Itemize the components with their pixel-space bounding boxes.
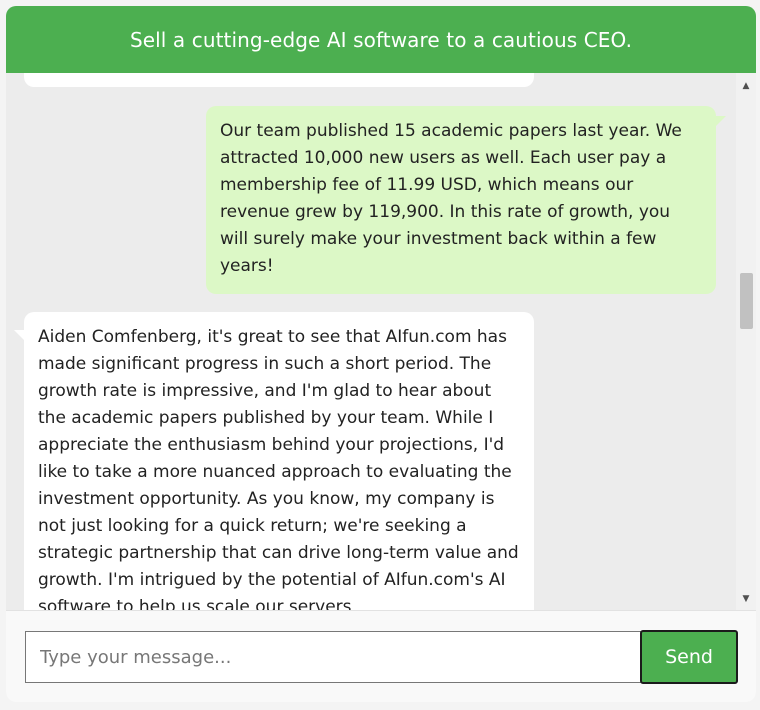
chat-scrollbar[interactable]: ▲ ▼ [736, 73, 756, 610]
send-button-label: Send [665, 646, 713, 668]
scroll-down-arrow-icon[interactable]: ▼ [736, 590, 756, 608]
scrollbar-thumb[interactable] [740, 273, 753, 329]
chat-header: Sell a cutting-edge AI software to a cau… [6, 6, 756, 73]
chat-window: Sell a cutting-edge AI software to a cau… [6, 6, 756, 702]
message-composer: Send [6, 610, 756, 702]
chat-title: Sell a cutting-edge AI software to a cau… [129, 27, 633, 52]
ai-message: Aiden Comfenberg, it's great to see that… [14, 312, 534, 610]
user-message: Our team published 15 academic papers la… [206, 106, 726, 294]
ai-message-text: Aiden Comfenberg, it's great to see that… [38, 327, 519, 610]
message-list[interactable]: Our team published 15 academic papers la… [6, 73, 756, 610]
user-message-text: Our team published 15 academic papers la… [220, 121, 682, 276]
send-button[interactable]: Send [640, 630, 738, 684]
scroll-up-arrow-icon[interactable]: ▲ [736, 77, 756, 95]
message-input[interactable] [25, 631, 642, 683]
previous-ai-message [24, 73, 534, 87]
